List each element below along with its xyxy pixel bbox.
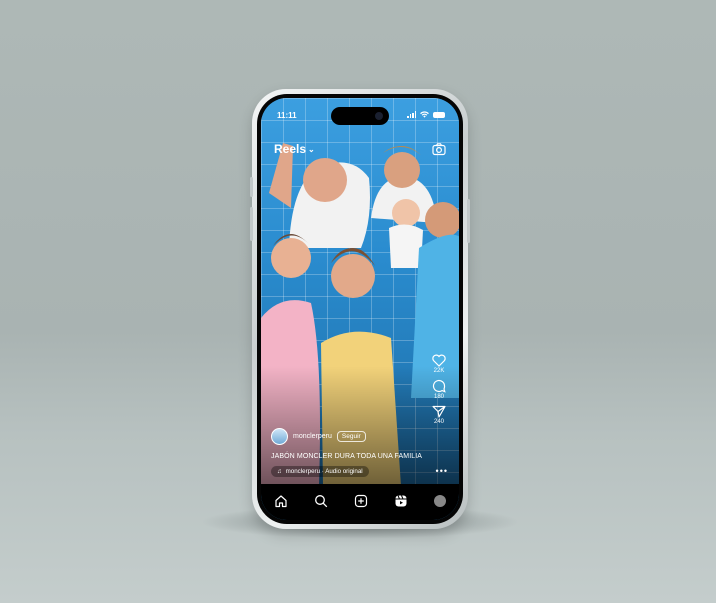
battery-icon <box>433 111 445 118</box>
page-title: Reels <box>274 142 307 156</box>
chevron-down-icon: ⌄ <box>308 144 315 154</box>
music-note-icon: ♫ <box>277 468 282 475</box>
wifi-icon <box>420 111 429 118</box>
user-row: monclerperu Seguir <box>271 428 441 445</box>
share-count: 240 <box>433 419 444 425</box>
comment-count: 180 <box>433 394 444 400</box>
phone-screen: 11:11 Reels ⌄ 22K 180 240 ••• monclerper… <box>261 98 459 520</box>
like-count: 22K <box>433 368 445 374</box>
audio-label: monclerperu · Audio original <box>285 468 363 475</box>
follow-button[interactable]: Seguir <box>336 431 366 442</box>
comment-button[interactable]: 180 <box>432 379 446 400</box>
caption-text[interactable]: JABÓN MONCLER DURA TODA UNA FAMILIA <box>271 453 441 460</box>
send-icon <box>432 405 446 418</box>
status-time: 11:11 <box>277 111 297 120</box>
profile-avatar[interactable] <box>434 495 446 507</box>
search-icon[interactable] <box>314 494 328 508</box>
reels-icon[interactable] <box>394 494 408 508</box>
username[interactable]: monclerperu <box>293 433 332 440</box>
home-icon[interactable] <box>274 494 288 508</box>
phone-device: 11:11 Reels ⌄ 22K 180 240 ••• monclerper… <box>250 89 470 529</box>
avatar[interactable] <box>271 428 288 445</box>
bottom-nav <box>261 484 459 520</box>
share-button[interactable]: 240 <box>432 405 446 425</box>
like-button[interactable]: 22K <box>432 354 446 374</box>
signal-icon <box>407 111 416 118</box>
comment-icon <box>432 379 446 393</box>
audio-chip[interactable]: ♫ monclerperu · Audio original <box>271 466 369 477</box>
camera-icon[interactable] <box>432 142 446 156</box>
volume-up-button <box>250 207 253 241</box>
action-rail: 22K 180 240 <box>428 354 450 425</box>
power-button <box>467 199 470 243</box>
heart-icon <box>432 354 446 367</box>
reels-header[interactable]: Reels ⌄ <box>274 142 315 156</box>
post-caption-block: monclerperu Seguir JABÓN MONCLER DURA TO… <box>271 428 441 478</box>
dynamic-island <box>331 107 389 125</box>
status-icons <box>407 111 445 118</box>
create-icon[interactable] <box>354 494 368 508</box>
phone-bezel: 11:11 Reels ⌄ 22K 180 240 ••• monclerper… <box>257 94 463 524</box>
mute-switch <box>250 177 253 197</box>
